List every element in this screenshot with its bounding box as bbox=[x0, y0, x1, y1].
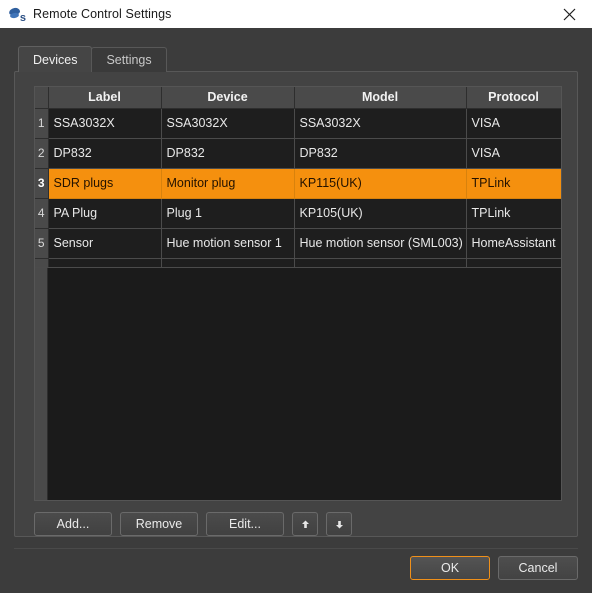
table-row[interactable]: 1 SSA3032X SSA3032X SSA3032X VISA bbox=[35, 108, 561, 139]
devices-table[interactable]: Label Device Model Protocol 1 SSA3032X S… bbox=[34, 86, 562, 501]
arrow-up-icon bbox=[300, 519, 311, 530]
cell-device[interactable]: Hue motion sensor 1 bbox=[161, 228, 295, 259]
table-empty-row bbox=[35, 258, 561, 268]
tab-settings[interactable]: Settings bbox=[91, 47, 167, 72]
dialog-body: Devices Settings Label Device Model Prot… bbox=[0, 28, 592, 593]
row-number[interactable]: 5 bbox=[35, 228, 49, 259]
remove-button-label: Remove bbox=[135, 517, 183, 531]
cell-device[interactable]: Monitor plug bbox=[161, 168, 295, 199]
tab-panel-devices: Label Device Model Protocol 1 SSA3032X S… bbox=[14, 71, 578, 537]
cell-empty bbox=[466, 258, 561, 268]
window-title: Remote Control Settings bbox=[33, 7, 172, 21]
column-header-protocol[interactable]: Protocol bbox=[466, 87, 561, 109]
table-row[interactable]: 5 Sensor Hue motion sensor 1 Hue motion … bbox=[35, 228, 561, 259]
row-number[interactable]: 1 bbox=[35, 108, 49, 139]
table-row[interactable]: 4 PA Plug Plug 1 KP105(UK) TPLink bbox=[35, 198, 561, 229]
cell-device[interactable]: SSA3032X bbox=[161, 108, 295, 139]
table-body: 1 SSA3032X SSA3032X SSA3032X VISA 2 DP83… bbox=[35, 108, 561, 268]
row-number[interactable]: 4 bbox=[35, 198, 49, 229]
row-number-empty bbox=[35, 258, 49, 268]
row-number[interactable]: 2 bbox=[35, 138, 49, 169]
edit-button[interactable]: Edit... bbox=[206, 512, 284, 536]
cell-protocol[interactable]: TPLink bbox=[466, 198, 561, 229]
edit-button-label: Edit... bbox=[229, 517, 261, 531]
cell-protocol[interactable]: HomeAssistant bbox=[466, 228, 561, 259]
table-header-row: Label Device Model Protocol bbox=[35, 87, 561, 109]
window-titlebar: s Remote Control Settings bbox=[0, 0, 592, 28]
cell-model[interactable]: KP115(UK) bbox=[294, 168, 467, 199]
cell-model[interactable]: KP105(UK) bbox=[294, 198, 467, 229]
cell-label[interactable]: Sensor bbox=[48, 228, 162, 259]
remove-button[interactable]: Remove bbox=[120, 512, 198, 536]
tab-devices-label: Devices bbox=[33, 52, 78, 67]
close-icon[interactable] bbox=[546, 0, 592, 28]
column-header-device[interactable]: Device bbox=[161, 87, 295, 109]
cell-device[interactable]: DP832 bbox=[161, 138, 295, 169]
cell-empty bbox=[294, 258, 467, 268]
column-header-label[interactable]: Label bbox=[48, 87, 162, 109]
cell-protocol[interactable]: VISA bbox=[466, 138, 561, 169]
app-icon: s bbox=[8, 6, 26, 24]
footer-divider bbox=[14, 548, 578, 549]
table-corner-header bbox=[35, 87, 49, 109]
add-button[interactable]: Add... bbox=[34, 512, 112, 536]
cell-label[interactable]: SSA3032X bbox=[48, 108, 162, 139]
cell-protocol[interactable]: VISA bbox=[466, 108, 561, 139]
ok-button-label: OK bbox=[440, 561, 460, 575]
dialog-footer: OK Cancel bbox=[410, 556, 578, 580]
cell-empty bbox=[161, 258, 295, 268]
arrow-down-icon bbox=[334, 519, 345, 530]
cell-label[interactable]: DP832 bbox=[48, 138, 162, 169]
move-up-button[interactable] bbox=[292, 512, 318, 536]
cancel-button-label: Cancel bbox=[518, 561, 558, 575]
cell-model[interactable]: SSA3032X bbox=[294, 108, 467, 139]
ok-button[interactable]: OK bbox=[410, 556, 490, 580]
cell-model[interactable]: DP832 bbox=[294, 138, 467, 169]
tab-devices[interactable]: Devices bbox=[18, 46, 93, 72]
cell-empty bbox=[48, 258, 162, 268]
cell-model[interactable]: Hue motion sensor (SML003) bbox=[294, 228, 467, 259]
add-button-label: Add... bbox=[56, 517, 90, 531]
tab-settings-label: Settings bbox=[106, 53, 152, 67]
tab-bar: Devices Settings bbox=[18, 46, 167, 72]
cancel-button[interactable]: Cancel bbox=[498, 556, 578, 580]
column-header-model[interactable]: Model bbox=[294, 87, 467, 109]
cell-label[interactable]: SDR plugs bbox=[48, 168, 162, 199]
table-action-bar: Add... Remove Edit... bbox=[34, 512, 352, 536]
cell-protocol[interactable]: TPLink bbox=[466, 168, 561, 199]
cell-label[interactable]: PA Plug bbox=[48, 198, 162, 229]
move-down-button[interactable] bbox=[326, 512, 352, 536]
cell-device[interactable]: Plug 1 bbox=[161, 198, 295, 229]
row-number[interactable]: 3 bbox=[35, 168, 49, 199]
table-row-selected[interactable]: 3 SDR plugs Monitor plug KP115(UK) TPLin… bbox=[35, 168, 561, 199]
table-row[interactable]: 2 DP832 DP832 DP832 VISA bbox=[35, 138, 561, 169]
